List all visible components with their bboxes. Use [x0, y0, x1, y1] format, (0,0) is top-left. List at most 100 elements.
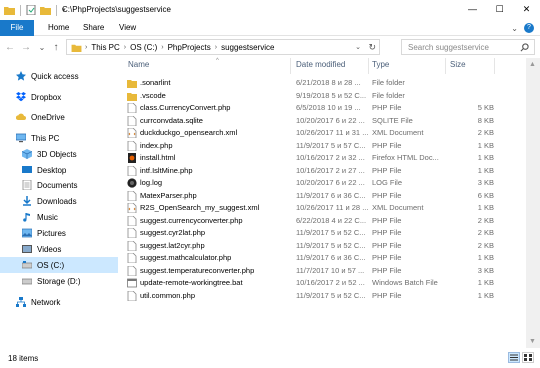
- column-divider[interactable]: [368, 58, 369, 74]
- nav-item-storage-d[interactable]: Storage (D:): [0, 273, 118, 289]
- file-row[interactable]: currconvdata.sqlite 10/20/2017 6 и 22 ...…: [124, 115, 520, 127]
- nav-item-os-c[interactable]: OS (C:): [0, 257, 118, 273]
- file-row[interactable]: R2S_OpenSearch_my_suggest.xml 10/26/2017 …: [124, 202, 520, 214]
- php-file-icon: [127, 165, 137, 176]
- column-divider[interactable]: [290, 58, 291, 74]
- nav-item-music[interactable]: Music: [0, 209, 118, 225]
- tab-home[interactable]: Home: [48, 20, 69, 36]
- large-icons-view-button[interactable]: [522, 352, 534, 363]
- address-bar[interactable]: › This PC › OS (C:) › PhpProjects › sugg…: [66, 39, 380, 55]
- view-switcher: [508, 352, 534, 363]
- file-row[interactable]: suggest.lat2cyr.php 11/9/2017 5 и 52 C...…: [124, 240, 520, 252]
- file-size: 1 KB: [477, 253, 494, 262]
- up-button[interactable]: ↑: [50, 41, 62, 53]
- tab-share[interactable]: Share: [83, 20, 104, 36]
- nav-item-documents[interactable]: Documents: [0, 177, 118, 193]
- column-divider[interactable]: [445, 58, 446, 74]
- breadcrumb-separator[interactable]: ›: [161, 44, 163, 51]
- nav-item-videos[interactable]: Videos: [0, 241, 118, 257]
- recent-locations-button[interactable]: ⌄: [36, 41, 48, 53]
- file-row[interactable]: intf.IsltMine.php 10/16/2017 2 и 27 ... PH…: [124, 165, 520, 177]
- file-row[interactable]: class.CurrencyConvert.php 6/5/2018 10 и 1…: [124, 102, 520, 114]
- drive-icon: [22, 261, 32, 269]
- file-row[interactable]: suggest.currencyconverter.php 6/22/2018 4…: [124, 215, 520, 227]
- file-row[interactable]: util.common.php 11/9/2017 5 и 52 C... PHP …: [124, 290, 520, 302]
- folder-icon[interactable]: [4, 5, 15, 15]
- breadcrumb-suggestservice[interactable]: suggestservice: [221, 43, 274, 52]
- nav-item-quick-access[interactable]: Quick access: [0, 68, 118, 84]
- file-date-modified: 10/16/2017 2 и 52 ...: [296, 278, 365, 287]
- file-row[interactable]: update-remote-workingtree.bat 10/16/2017 …: [124, 277, 520, 289]
- breadcrumb-this-pc[interactable]: This PC: [91, 43, 119, 52]
- scroll-down-icon[interactable]: ▼: [529, 338, 536, 345]
- minimize-button[interactable]: —: [459, 0, 486, 18]
- xml-file-icon: [127, 128, 137, 138]
- maximize-button[interactable]: ☐: [486, 0, 513, 18]
- nav-item-desktop[interactable]: Desktop: [0, 162, 118, 178]
- file-date-modified: 9/19/2018 5 и 52 C...: [296, 90, 367, 100]
- nav-item-this-pc[interactable]: This PC: [0, 130, 118, 146]
- column-divider[interactable]: [494, 58, 495, 74]
- file-row[interactable]: suggest.mathcalculator.php 11/9/2017 6 и …: [124, 252, 520, 264]
- back-button[interactable]: ←: [4, 41, 16, 53]
- breadcrumb-separator[interactable]: ›: [124, 44, 126, 51]
- column-header-size[interactable]: Size: [450, 60, 466, 74]
- php-file-icon: [127, 265, 137, 276]
- network-icon: [16, 297, 26, 307]
- php-file-icon: [127, 290, 137, 301]
- vertical-scrollbar[interactable]: ▲ ▼: [526, 58, 540, 348]
- forward-button[interactable]: →: [20, 41, 32, 53]
- search-icon[interactable]: [520, 43, 529, 52]
- nav-item-downloads[interactable]: Downloads: [0, 193, 118, 209]
- help-icon[interactable]: ?: [524, 23, 534, 33]
- file-date-modified: 11/9/2017 6 и 36 C...: [296, 253, 366, 262]
- folder-icon: [127, 80, 137, 88]
- nav-item-label: Desktop: [37, 165, 67, 175]
- breadcrumb-phpprojects[interactable]: PhpProjects: [168, 43, 211, 52]
- star-icon: [16, 71, 26, 81]
- pictures-icon: [22, 228, 32, 238]
- file-size: 1 KB: [477, 153, 494, 162]
- refresh-button[interactable]: ↻: [368, 42, 376, 53]
- file-row[interactable]: index.php 11/9/2017 5 и 57 C... PHP File 1 …: [124, 140, 520, 152]
- file-type: Firefox HTML Doc...: [372, 153, 439, 162]
- file-row[interactable]: install.html 10/16/2017 2 и 32 ... Firefox…: [124, 152, 520, 164]
- file-icon: [127, 115, 137, 126]
- file-row[interactable]: .sonarlint 6/21/2018 8 и 28 ... File folde…: [124, 77, 520, 89]
- file-row[interactable]: suggest.cyr2lat.php 11/9/2017 5 и 52 C...…: [124, 227, 520, 239]
- breadcrumb-separator[interactable]: ›: [215, 44, 217, 51]
- search-input[interactable]: Search suggestservice: [401, 39, 535, 55]
- breadcrumb-os-c[interactable]: OS (C:): [130, 43, 157, 52]
- file-row[interactable]: log.log 10/20/2017 6 и 22 ... LOG File 3 KB: [124, 177, 520, 189]
- nav-item-network[interactable]: Network: [0, 294, 118, 310]
- nav-item-3d-objects[interactable]: 3D Objects: [0, 146, 118, 162]
- file-date-modified: 11/9/2017 5 и 52 C...: [296, 290, 366, 300]
- column-header-date[interactable]: Date modified: [296, 60, 345, 74]
- music-icon: [23, 213, 30, 222]
- breadcrumb-separator[interactable]: ›: [85, 44, 87, 51]
- file-date-modified: 11/9/2017 5 и 52 C...: [296, 240, 366, 250]
- details-view-button[interactable]: [508, 352, 520, 363]
- file-row[interactable]: .vscode 9/19/2018 5 и 52 C... File folder: [124, 90, 520, 102]
- desktop-icon: [22, 166, 32, 173]
- file-size: 1 KB: [477, 165, 494, 175]
- column-header-type[interactable]: Type: [372, 60, 389, 74]
- file-row[interactable]: MatexParser.php 11/9/2017 6 и 36 C... PHP …: [124, 190, 520, 202]
- nav-item-dropbox[interactable]: Dropbox: [0, 89, 118, 105]
- close-button[interactable]: ✕: [513, 0, 540, 18]
- nav-item-pictures[interactable]: Pictures: [0, 225, 118, 241]
- column-header-name[interactable]: Name ^: [128, 58, 219, 74]
- file-row[interactable]: suggest.temperatureconverter.php 11/7/201…: [124, 265, 520, 277]
- tab-file[interactable]: File: [0, 20, 34, 36]
- scroll-up-icon[interactable]: ▲: [529, 61, 536, 68]
- file-name: currconvdata.sqlite: [140, 115, 203, 125]
- file-row[interactable]: duckduckgo_opensearch.xml 10/26/2017 11 и…: [124, 127, 520, 139]
- new-folder-icon[interactable]: [40, 5, 51, 15]
- properties-icon[interactable]: [26, 5, 37, 15]
- address-history-dropdown[interactable]: ⌄: [355, 43, 361, 51]
- expand-ribbon-icon[interactable]: ⌄: [511, 24, 518, 33]
- file-type: PHP File: [372, 253, 402, 262]
- file-date-modified: 11/9/2017 5 и 57 C...: [296, 140, 366, 150]
- nav-item-onedrive[interactable]: OneDrive: [0, 109, 118, 125]
- tab-view[interactable]: View: [119, 20, 136, 36]
